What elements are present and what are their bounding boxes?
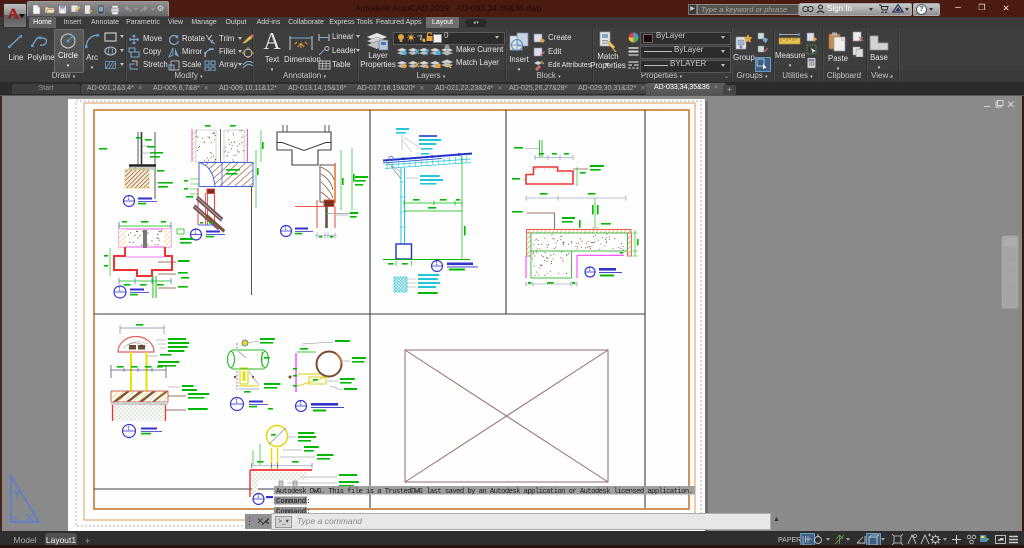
svg-text:1: 1 — [435, 261, 438, 267]
svg-text:1: 1 — [118, 287, 121, 293]
svg-text:1: 1 — [284, 226, 287, 232]
svg-text:1: 1 — [127, 196, 130, 202]
svg-text:Command:: Command: — [276, 498, 311, 506]
svg-text:1: 1 — [127, 426, 130, 432]
svg-text:1: 1 — [588, 267, 591, 273]
svg-text:1: 1 — [299, 401, 302, 407]
svg-text:Autodesk DWG. This file is a: Autodesk DWG. This file is a TrustedDWG … — [276, 488, 693, 496]
svg-text:1: 1 — [257, 494, 260, 500]
svg-text:1: 1 — [235, 399, 238, 405]
svg-text:1: 1 — [194, 230, 197, 236]
